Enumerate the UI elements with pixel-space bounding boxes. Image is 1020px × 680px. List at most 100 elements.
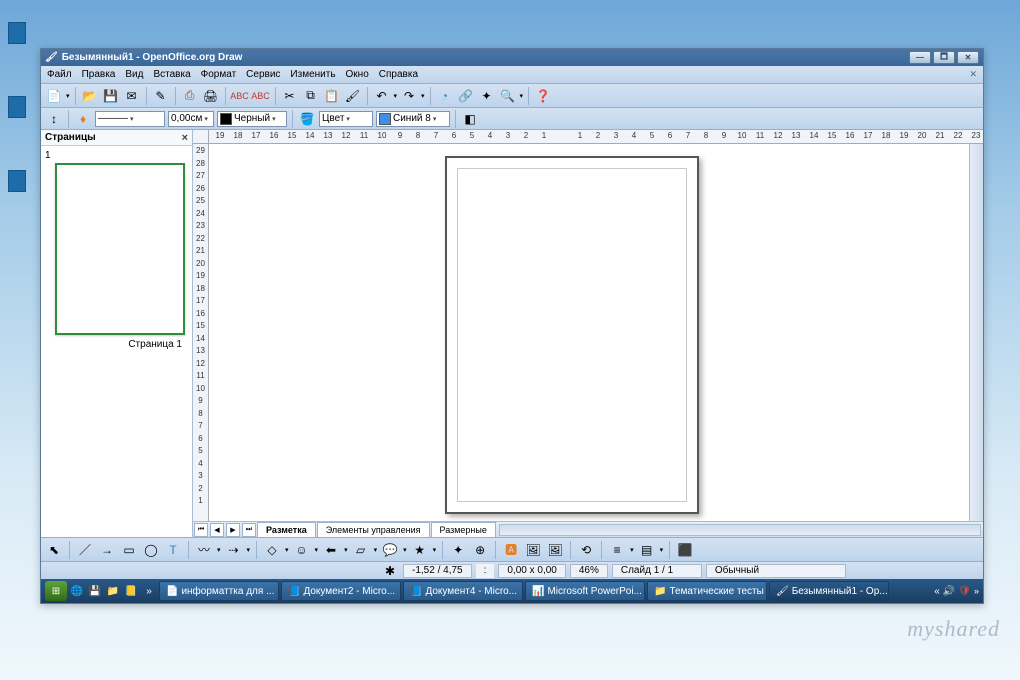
- line-style-combo[interactable]: ———▾: [95, 111, 165, 127]
- fill-color-combo[interactable]: Синий 8▾: [376, 111, 450, 127]
- navigator-icon[interactable]: ✦: [478, 87, 496, 105]
- rotate-icon[interactable]: ⟲: [577, 541, 595, 559]
- text-icon[interactable]: T: [164, 541, 182, 559]
- page[interactable]: [445, 156, 699, 514]
- hyperlink-icon[interactable]: 🔗: [457, 87, 475, 105]
- titlebar[interactable]: 🖌 Безымянный1 - OpenOffice.org Draw — 🗖 …: [41, 49, 983, 66]
- ellipse-icon[interactable]: ◯: [142, 541, 160, 559]
- tray-shield-icon[interactable]: 🛡: [958, 586, 971, 597]
- page-thumbnail[interactable]: [55, 163, 185, 335]
- cut-icon[interactable]: ✂: [281, 87, 299, 105]
- zoom-icon[interactable]: 🔍: [499, 87, 517, 105]
- copy-icon[interactable]: ⧉: [302, 87, 320, 105]
- extrusion-icon[interactable]: ⬛: [676, 541, 694, 559]
- autospell-icon[interactable]: ABC: [252, 87, 270, 105]
- ql-save-icon[interactable]: 💾: [87, 583, 103, 599]
- menu-file[interactable]: Файл: [47, 69, 72, 80]
- gallery-icon[interactable]: 🖼: [546, 541, 564, 559]
- menu-modify[interactable]: Изменить: [290, 69, 335, 80]
- help-icon[interactable]: ❓: [534, 87, 552, 105]
- menu-view[interactable]: Вид: [125, 69, 143, 80]
- ql-book-icon[interactable]: 📒: [123, 583, 139, 599]
- spellcheck-icon[interactable]: ABC: [231, 87, 249, 105]
- menu-edit[interactable]: Правка: [82, 69, 116, 80]
- tab-first-icon[interactable]: ⏮: [194, 523, 208, 537]
- status-bar: ✱ -1,52 / 4,75 : 0,00 x 0,00 46% Слайд 1…: [41, 561, 983, 579]
- menu-insert[interactable]: Вставка: [153, 69, 190, 80]
- open-icon[interactable]: 📂: [81, 87, 99, 105]
- tab-controls[interactable]: Элементы управления: [317, 522, 430, 537]
- email-icon[interactable]: ✉: [123, 87, 141, 105]
- taskbar-item[interactable]: 📁Тематические тесты: [647, 581, 767, 601]
- taskbar-item[interactable]: 📄информаттка для ...: [159, 581, 279, 601]
- ql-ie-icon[interactable]: 🌐: [69, 583, 85, 599]
- arrow-line-icon[interactable]: →: [98, 541, 116, 559]
- rect-icon[interactable]: ▭: [120, 541, 138, 559]
- fill-icon[interactable]: 🪣: [298, 110, 316, 128]
- line-style-icon[interactable]: ♦: [74, 110, 92, 128]
- tray-volume-icon[interactable]: 🔊: [943, 586, 955, 597]
- tab-prev-icon[interactable]: ◀: [210, 523, 224, 537]
- callout-icon[interactable]: 💬: [381, 541, 399, 559]
- menu-format[interactable]: Формат: [201, 69, 237, 80]
- ql-folder-icon[interactable]: 📁: [105, 583, 121, 599]
- star-icon[interactable]: ★: [411, 541, 429, 559]
- arrange-icon[interactable]: ▤: [638, 541, 656, 559]
- tab-next-icon[interactable]: ▶: [226, 523, 240, 537]
- taskbar-item[interactable]: 📘Документ4 - Micro...: [403, 581, 523, 601]
- align-icon[interactable]: ≡: [608, 541, 626, 559]
- taskbar-item[interactable]: 📊Microsoft PowerPoi...: [525, 581, 645, 601]
- taskbar-item[interactable]: 📘Документ2 - Micro...: [281, 581, 401, 601]
- line-color-combo[interactable]: Черный▾: [217, 111, 287, 127]
- menu-help[interactable]: Справка: [379, 69, 418, 80]
- shadow-icon[interactable]: ◧: [461, 110, 479, 128]
- line-width-combo[interactable]: 0,00см▾: [168, 111, 214, 127]
- redo-icon[interactable]: ↷: [400, 87, 418, 105]
- minimize-button[interactable]: —: [909, 51, 931, 64]
- drawing-canvas[interactable]: [209, 144, 969, 521]
- maximize-button[interactable]: 🗖: [933, 51, 955, 64]
- horizontal-scrollbar[interactable]: [499, 524, 981, 536]
- tab-last-icon[interactable]: ⏭: [242, 523, 256, 537]
- print-icon[interactable]: 🖨: [202, 87, 220, 105]
- curve-icon[interactable]: 〰: [195, 541, 213, 559]
- symbol-shapes-icon[interactable]: ☺: [293, 541, 311, 559]
- from-file-icon[interactable]: 🖼: [524, 541, 542, 559]
- flowchart-icon[interactable]: ▱: [352, 541, 370, 559]
- basic-shapes-icon[interactable]: ◇: [263, 541, 281, 559]
- new-icon[interactable]: 📄: [45, 87, 63, 105]
- select-icon[interactable]: ⬉: [45, 541, 63, 559]
- save-status-icon: ✱: [381, 562, 399, 580]
- undo-icon[interactable]: ↶: [373, 87, 391, 105]
- ql-more-icon[interactable]: »: [141, 583, 157, 599]
- tab-dimensions[interactable]: Размерные: [431, 522, 496, 537]
- tab-layout[interactable]: Разметка: [257, 522, 316, 537]
- status-zoom[interactable]: 46%: [570, 564, 608, 578]
- save-icon[interactable]: 💾: [102, 87, 120, 105]
- start-button[interactable]: ⊞: [45, 581, 67, 601]
- pdf-icon[interactable]: ⎙: [181, 87, 199, 105]
- line-icon[interactable]: ／: [76, 541, 94, 559]
- panel-close-icon[interactable]: ×: [182, 132, 188, 144]
- close-button[interactable]: ✕: [957, 51, 979, 64]
- fill-mode-combo[interactable]: Цвет▾: [319, 111, 373, 127]
- horizontal-ruler[interactable]: 1918171615141312111098765432112345678910…: [209, 130, 983, 144]
- vertical-scrollbar[interactable]: [969, 144, 983, 521]
- glue-icon[interactable]: ⊕: [471, 541, 489, 559]
- block-arrows-icon[interactable]: ⬅: [322, 541, 340, 559]
- menu-window[interactable]: Окно: [346, 69, 369, 80]
- connector-icon[interactable]: ⇢: [225, 541, 243, 559]
- arrow-style-icon[interactable]: ↕: [45, 110, 63, 128]
- edit-icon[interactable]: ✎: [152, 87, 170, 105]
- points-icon[interactable]: ✦: [449, 541, 467, 559]
- brush-icon[interactable]: 🖌: [344, 87, 362, 105]
- chart-icon[interactable]: ◔: [436, 87, 454, 105]
- system-tray[interactable]: « 🔊 🛡 »: [934, 586, 979, 597]
- vertical-ruler[interactable]: 2928272625242322212019181716151413121110…: [193, 144, 209, 521]
- paste-icon[interactable]: 📋: [323, 87, 341, 105]
- fontwork-icon[interactable]: 🅰: [502, 541, 520, 559]
- side-tab: [8, 22, 26, 44]
- close-doc-icon[interactable]: ✕: [969, 69, 977, 80]
- taskbar-item[interactable]: 🖌Безымянный1 - Op...: [769, 581, 889, 601]
- menu-service[interactable]: Сервис: [246, 69, 280, 80]
